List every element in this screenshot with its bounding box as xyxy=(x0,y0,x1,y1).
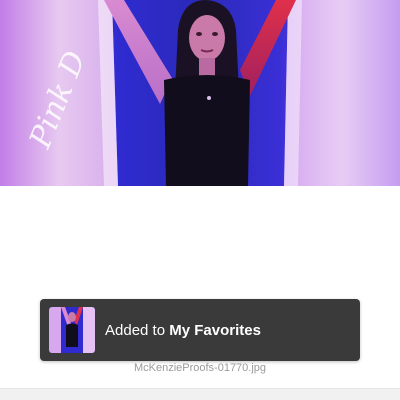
favorites-toast[interactable]: Added to My Favorites xyxy=(40,299,360,361)
photo-filename: McKenzieProofs-01770.jpg xyxy=(133,362,267,374)
bottom-bar xyxy=(0,388,400,400)
favorites-collection-link[interactable]: My Favorites xyxy=(169,322,261,339)
toast-prefix: Added to xyxy=(105,321,166,339)
main-photo[interactable]: Pink D xyxy=(0,0,400,186)
toast-thumbnail xyxy=(49,307,95,353)
photo-image: Pink D xyxy=(0,0,400,186)
photo-viewer: Pink D Added to My Favorites McKenziePro… xyxy=(0,0,400,400)
toast-message: Added to My Favorites xyxy=(105,322,261,339)
